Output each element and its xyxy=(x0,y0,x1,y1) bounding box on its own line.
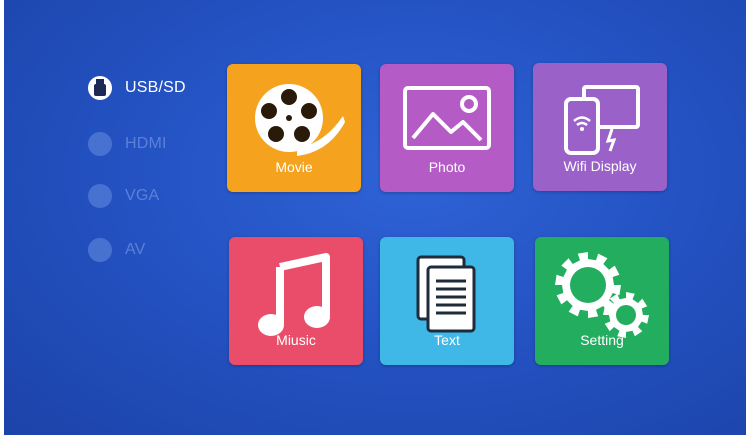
source-label-vga: VGA xyxy=(125,187,160,204)
tile-label-music: Miusic xyxy=(276,332,316,348)
tile-wifi-display[interactable]: Wifi Display xyxy=(533,63,667,191)
tile-label-setting: Setting xyxy=(580,332,624,348)
source-usb-sd[interactable]: USB/SD xyxy=(88,74,208,102)
film-reel-icon xyxy=(227,78,361,164)
tile-setting[interactable]: Setting xyxy=(535,237,669,365)
hdmi-icon xyxy=(88,132,112,156)
tile-text[interactable]: Text xyxy=(380,237,514,365)
tile-movie[interactable]: Movie xyxy=(227,64,361,192)
music-note-icon xyxy=(229,251,363,339)
usb-icon xyxy=(88,76,112,100)
source-hdmi[interactable]: HDMI xyxy=(88,130,208,158)
projector-home-screen: USB/SD HDMI VGA AV Movie Photo Wifi Disp… xyxy=(4,0,746,435)
source-vga[interactable]: VGA xyxy=(88,182,208,210)
tile-label-wifi-display: Wifi Display xyxy=(563,158,637,174)
tile-label-photo: Photo xyxy=(428,159,466,175)
source-label-usb-sd: USB/SD xyxy=(125,79,186,96)
tile-label-movie: Movie xyxy=(275,159,313,175)
tile-label-text: Text xyxy=(434,332,460,348)
tile-photo[interactable]: Photo xyxy=(380,64,514,192)
picture-icon xyxy=(380,84,514,154)
vga-icon xyxy=(88,184,112,208)
gears-icon xyxy=(535,249,669,341)
tile-music[interactable]: Miusic xyxy=(229,237,363,365)
source-av[interactable]: AV xyxy=(88,236,208,264)
source-label-av: AV xyxy=(125,241,146,258)
document-icon xyxy=(380,253,514,337)
wifi-display-icon xyxy=(533,85,667,157)
av-icon xyxy=(88,238,112,262)
source-label-hdmi: HDMI xyxy=(125,135,167,152)
